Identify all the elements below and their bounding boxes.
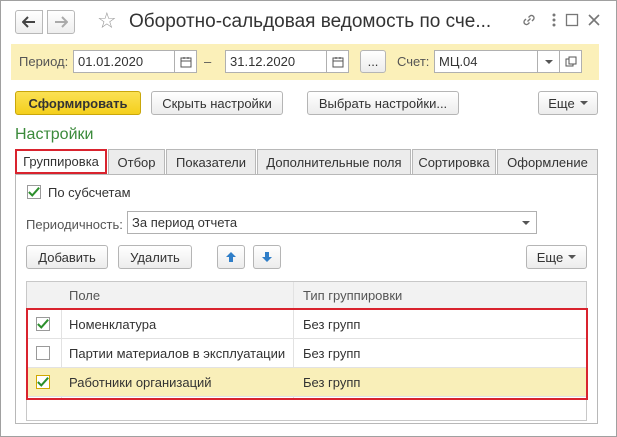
delete-button[interactable]: Удалить: [118, 245, 192, 269]
table-row[interactable]: Номенклатура Без групп: [27, 310, 586, 339]
row-field: Номенклатура: [69, 317, 157, 332]
checkmark-icon: [37, 319, 49, 329]
periodicity-dropdown-button[interactable]: [515, 211, 537, 234]
generate-button[interactable]: Сформировать: [15, 91, 141, 115]
more-vertical-icon[interactable]: [546, 12, 562, 28]
row-checkbox[interactable]: [36, 375, 50, 389]
by-subaccounts-checkbox[interactable]: [27, 185, 41, 199]
chevron-down-icon: [568, 255, 577, 259]
close-icon[interactable]: [586, 12, 602, 28]
arrow-left-icon: [22, 16, 35, 28]
period-from-input[interactable]: 01.01.2020: [73, 50, 175, 73]
tab-design[interactable]: Оформление: [497, 149, 598, 174]
account-input[interactable]: МЦ.04: [434, 50, 538, 73]
calendar-from-button[interactable]: [175, 50, 197, 73]
row-type: Без групп: [303, 375, 361, 390]
title-bar: ☆ Оборотно-сальдовая ведомость по сче...: [1, 1, 616, 41]
open-icon: [565, 56, 576, 66]
tab-grouping[interactable]: Группировка: [15, 149, 107, 174]
chevron-down-icon: [579, 101, 588, 105]
tab-indicators[interactable]: Показатели: [166, 149, 256, 174]
table-row[interactable]: Работники организаций Без групп: [27, 368, 586, 397]
row-checkbox[interactable]: [36, 346, 50, 360]
account-dropdown-button[interactable]: [538, 50, 560, 73]
settings-title: Настройки: [15, 126, 94, 143]
toolbar-more-button[interactable]: Еще: [538, 91, 598, 115]
arrow-right-icon: [55, 16, 68, 28]
hide-settings-button[interactable]: Скрыть настройки: [151, 91, 283, 115]
arrow-up-icon: [226, 252, 236, 262]
forward-button[interactable]: [47, 10, 75, 34]
periodicity-label: Периодичность:: [26, 217, 123, 232]
checkmark-icon: [28, 187, 40, 197]
toolbar-more-label: Еще: [548, 95, 575, 111]
column-header-type[interactable]: Тип группировки: [303, 288, 402, 303]
row-type: Без групп: [303, 346, 361, 361]
star-icon[interactable]: ☆: [97, 9, 117, 33]
by-subaccounts-label: По субсчетам: [48, 185, 131, 200]
tab-filter[interactable]: Отбор: [108, 149, 165, 174]
grouping-table: Поле Тип группировки Номенклатура Без гр…: [26, 281, 587, 421]
add-button[interactable]: Добавить: [26, 245, 108, 269]
tab-additional-fields[interactable]: Дополнительные поля: [257, 149, 411, 174]
table-more-button[interactable]: Еще: [526, 245, 587, 269]
table-more-label: Еще: [536, 249, 564, 265]
move-up-button[interactable]: [217, 245, 245, 269]
period-select-button[interactable]: ...: [360, 50, 386, 73]
column-header-field[interactable]: Поле: [69, 288, 100, 303]
period-label: Период:: [19, 54, 69, 69]
periodicity-select[interactable]: За период отчета: [127, 211, 516, 234]
window-title: Оборотно-сальдовая ведомость по сче...: [129, 11, 492, 32]
back-button[interactable]: [15, 10, 43, 34]
row-field: Партии материалов в эксплуатации: [69, 346, 286, 361]
maximize-icon[interactable]: [564, 12, 580, 28]
settings-tabs: Группировка Отбор Показатели Дополнитель…: [15, 149, 598, 174]
period-panel: Период: 01.01.2020 – 31.12.2020 ... Счет…: [11, 44, 599, 80]
calendar-icon: [180, 56, 191, 67]
row-type: Без групп: [303, 317, 361, 332]
grouping-tab-content: По субсчетам Периодичность: За период от…: [15, 174, 598, 424]
arrow-down-icon: [262, 252, 272, 262]
checkmark-icon: [37, 377, 49, 387]
tab-sorting[interactable]: Сортировка: [412, 149, 496, 174]
calendar-to-button[interactable]: [327, 50, 349, 73]
chevron-down-icon: [544, 59, 553, 64]
table-row[interactable]: Партии материалов в эксплуатации Без гру…: [27, 339, 586, 368]
row-field: Работники организаций: [69, 375, 212, 390]
calendar-icon: [332, 56, 343, 67]
choose-settings-button[interactable]: Выбрать настройки...: [307, 91, 459, 115]
account-open-button[interactable]: [560, 50, 582, 73]
chevron-down-icon: [521, 220, 530, 225]
table-header: Поле Тип группировки: [27, 282, 586, 309]
account-label: Счет:: [397, 54, 430, 69]
period-dash: –: [204, 54, 212, 69]
report-window: ☆ Оборотно-сальдовая ведомость по сче...…: [0, 0, 617, 437]
period-to-input[interactable]: 31.12.2020: [225, 50, 327, 73]
move-down-button[interactable]: [253, 245, 281, 269]
row-checkbox[interactable]: [36, 317, 50, 331]
link-icon[interactable]: [521, 12, 537, 28]
